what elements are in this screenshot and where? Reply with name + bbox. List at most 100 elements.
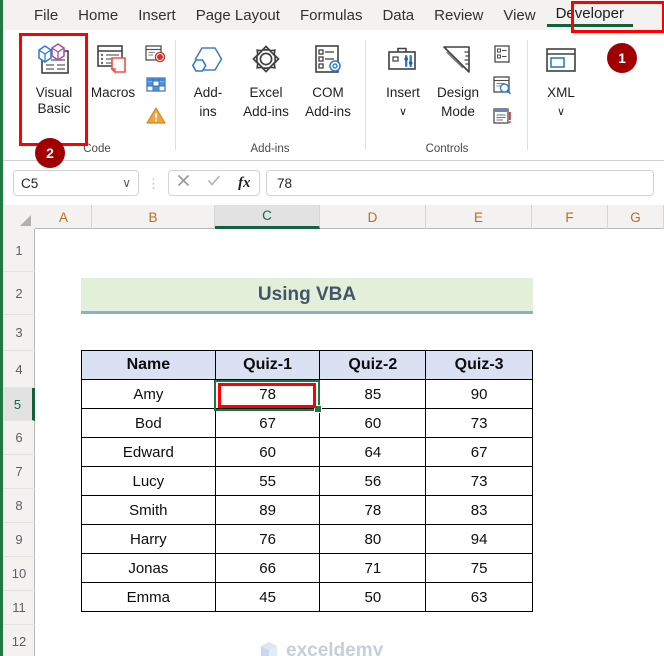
row-header-8[interactable]: 8 [3, 489, 35, 523]
table-header-quiz-3[interactable]: Quiz-3 [425, 350, 533, 380]
column-header-d[interactable]: D [320, 205, 426, 229]
cell-b5[interactable]: Amy [81, 379, 216, 409]
insert-function-icon[interactable]: fx [238, 175, 251, 192]
row-header-5[interactable]: 5 [3, 388, 35, 421]
cell-d5[interactable]: 85 [319, 379, 427, 409]
row-header-9[interactable]: 9 [3, 523, 35, 557]
run-dialog-icon[interactable] [487, 102, 517, 130]
column-header-g[interactable]: G [608, 205, 664, 229]
cell-d8[interactable]: 56 [319, 466, 427, 496]
row-header-6[interactable]: 6 [3, 421, 35, 455]
cell-e11[interactable]: 75 [425, 553, 533, 583]
use-relative-references-icon[interactable] [141, 71, 171, 99]
com-add-ins-button[interactable]: COM Add-ins [297, 36, 359, 120]
cell-b11[interactable]: Jonas [81, 553, 216, 583]
worksheet-grid: A B C D E F G 1 2 3 4 5 6 7 8 9 10 11 12… [3, 205, 664, 656]
cell-c11[interactable]: 66 [214, 553, 321, 583]
cancel-icon[interactable] [177, 174, 190, 192]
column-header-b[interactable]: B [92, 205, 215, 229]
group-separator-3 [527, 40, 528, 150]
cell-e6[interactable]: 73 [425, 408, 533, 438]
cell-c12[interactable]: 45 [214, 582, 321, 612]
insert-control-chevron[interactable]: ∨ [399, 104, 407, 120]
sheet-title-cell[interactable]: Using VBA [81, 278, 533, 314]
xml-label: XML [547, 85, 575, 100]
cell-c9[interactable]: 89 [214, 495, 321, 525]
tab-view[interactable]: View [494, 5, 544, 26]
tab-insert[interactable]: Insert [129, 5, 185, 26]
cell-c6[interactable]: 67 [214, 408, 321, 438]
visual-basic-button[interactable]: Visual Basic [23, 36, 85, 117]
excel-add-ins-icon [247, 40, 285, 82]
design-mode-icon [439, 40, 477, 82]
group-label-controls: Controls [425, 143, 469, 155]
tab-formulas[interactable]: Formulas [291, 5, 372, 26]
column-header-f[interactable]: F [532, 205, 608, 229]
row-header-10[interactable]: 10 [3, 557, 35, 591]
row-header-2[interactable]: 2 [3, 272, 35, 315]
design-mode-button[interactable]: Design Mode [429, 36, 487, 120]
cell-e7[interactable]: 67 [425, 437, 533, 467]
macros-label: Macros [90, 85, 136, 100]
cell-b12[interactable]: Emma [81, 582, 216, 612]
table-header-name[interactable]: Name [81, 350, 216, 380]
row-header-3[interactable]: 3 [3, 315, 35, 351]
cell-c5[interactable]: 78 [214, 379, 321, 409]
row-header-4[interactable]: 4 [3, 351, 35, 388]
tab-page-layout[interactable]: Page Layout [187, 5, 289, 26]
cell-d12[interactable]: 50 [319, 582, 427, 612]
ribbon-group-controls: Insert ∨ Design Mode Controls [369, 30, 525, 161]
cell-d9[interactable]: 78 [319, 495, 427, 525]
tab-file[interactable]: File [25, 5, 67, 26]
cell-d11[interactable]: 71 [319, 553, 427, 583]
cell-e9[interactable]: 83 [425, 495, 533, 525]
cell-e12[interactable]: 63 [425, 582, 533, 612]
design-mode-label-line1: Design [436, 85, 480, 100]
macros-button[interactable]: Macros [85, 36, 141, 101]
insert-control-button[interactable]: Insert ∨ [377, 36, 429, 120]
excel-add-ins-button[interactable]: Excel Add-ins [235, 36, 297, 120]
row-header-1[interactable]: 1 [3, 230, 35, 272]
cell-b8[interactable]: Lucy [81, 466, 216, 496]
cell-e8[interactable]: 73 [425, 466, 533, 496]
enter-icon[interactable] [207, 174, 221, 192]
cell-d7[interactable]: 64 [319, 437, 427, 467]
tab-developer[interactable]: Developer [546, 3, 633, 27]
macro-security-icon[interactable] [141, 102, 171, 130]
xml-source-icon [543, 40, 579, 82]
xml-source-button[interactable]: XML ∨ [535, 36, 587, 120]
cell-e10[interactable]: 94 [425, 524, 533, 554]
cell-b10[interactable]: Harry [81, 524, 216, 554]
table-header-quiz-2[interactable]: Quiz-2 [319, 350, 427, 380]
tab-home[interactable]: Home [69, 5, 127, 26]
cell-e5[interactable]: 90 [425, 379, 533, 409]
cell-b7[interactable]: Edward [81, 437, 216, 467]
row-header-12[interactable]: 12 [3, 625, 35, 656]
tab-data[interactable]: Data [373, 5, 423, 26]
name-box[interactable]: C5 ∨ [13, 170, 139, 196]
column-header-c[interactable]: C [215, 205, 320, 229]
cell-d6[interactable]: 60 [319, 408, 427, 438]
properties-icon[interactable] [487, 40, 517, 68]
column-header-a[interactable]: A [36, 205, 92, 229]
xml-chevron[interactable]: ∨ [557, 104, 565, 120]
select-all-corner[interactable] [3, 205, 35, 229]
cell-b6[interactable]: Bod [81, 408, 216, 438]
column-header-e[interactable]: E [426, 205, 532, 229]
table-header-quiz-1[interactable]: Quiz-1 [214, 350, 321, 380]
row-header-11[interactable]: 11 [3, 591, 35, 625]
cell-c10[interactable]: 76 [214, 524, 321, 554]
cell-d10[interactable]: 80 [319, 524, 427, 554]
formula-input[interactable]: 78 [266, 170, 654, 196]
cell-b9[interactable]: Smith [81, 495, 216, 525]
row-header-7[interactable]: 7 [3, 455, 35, 489]
add-ins-button[interactable]: Add- ins [181, 36, 235, 120]
step-badge-2: 2 [35, 138, 65, 168]
chevron-down-icon[interactable]: ∨ [122, 176, 131, 190]
record-macro-icon[interactable] [141, 40, 171, 68]
cell-c8[interactable]: 55 [214, 466, 321, 496]
view-code-icon[interactable] [487, 71, 517, 99]
formula-bar-drag-handle[interactable]: ⋮ [147, 177, 160, 190]
cell-c7[interactable]: 60 [214, 437, 321, 467]
tab-review[interactable]: Review [425, 5, 492, 26]
